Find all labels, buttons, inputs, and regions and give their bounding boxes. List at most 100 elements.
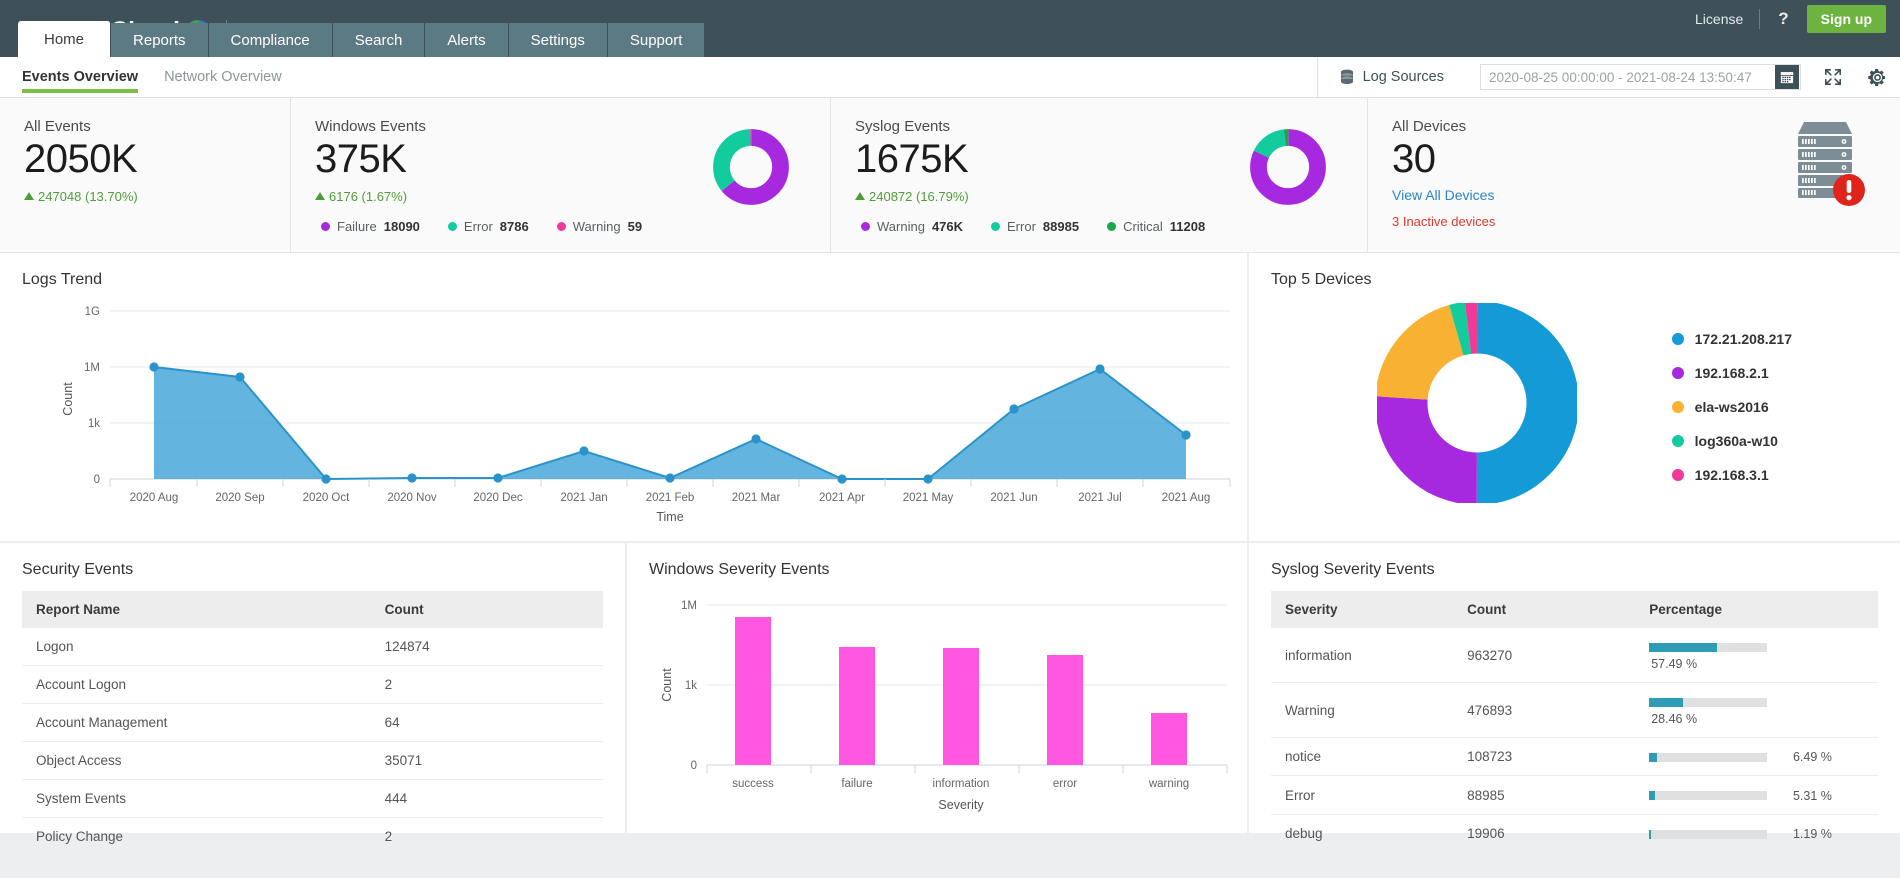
cell-count: 124874 bbox=[370, 628, 603, 666]
svg-text:2021 Jun: 2021 Jun bbox=[990, 492, 1037, 504]
panel-windows-severity-title: Windows Severity Events bbox=[649, 561, 830, 578]
settings-button[interactable] bbox=[1855, 68, 1900, 87]
y-tick-1m: 1M bbox=[84, 362, 100, 374]
help-icon[interactable]: ? bbox=[1760, 9, 1806, 29]
y-tick-1k: 1k bbox=[88, 418, 100, 430]
tab-compliance[interactable]: Compliance bbox=[208, 23, 333, 57]
tab-support[interactable]: Support bbox=[607, 23, 706, 57]
security-events-table: Report Name Count Logon 124874 Account L… bbox=[22, 591, 603, 856]
tab-alerts[interactable]: Alerts bbox=[425, 23, 509, 57]
kpi-syslog-events-value: 1675K bbox=[855, 137, 969, 181]
date-range-picker[interactable] bbox=[1480, 64, 1801, 90]
cell-count: 35071 bbox=[370, 741, 603, 780]
cell-count: 444 bbox=[370, 779, 603, 818]
subtab-network-overview[interactable]: Network Overview bbox=[164, 57, 282, 97]
svg-text:2020 Dec: 2020 Dec bbox=[473, 492, 522, 504]
tab-settings[interactable]: Settings bbox=[508, 23, 608, 57]
cell-report-name: Logon bbox=[22, 628, 371, 666]
windows-severity-bar-chart[interactable]: 1M 1k 0 Count success failure informatio… bbox=[627, 579, 1247, 829]
kpi-all-events-label: All Events bbox=[24, 118, 91, 135]
windows-severity-bars[interactable] bbox=[735, 617, 1187, 765]
tab-reports[interactable]: Reports bbox=[111, 23, 209, 57]
legend-value: 8786 bbox=[499, 218, 529, 234]
cell-count: 19906 bbox=[1453, 814, 1636, 854]
col-count[interactable]: Count bbox=[370, 591, 603, 628]
percentage-bar-fill bbox=[1649, 829, 1651, 839]
syslog-severity-table: Severity Count Percentage information 96… bbox=[1271, 591, 1878, 854]
legend-item[interactable]: 192.168.3.1 bbox=[1671, 467, 1792, 483]
windows-severity-y-axis-label: Count bbox=[660, 668, 674, 702]
svg-text:2020 Nov: 2020 Nov bbox=[387, 492, 436, 504]
legend-label: Warning bbox=[877, 218, 925, 234]
cell-percentage: 6.49 % bbox=[1635, 737, 1878, 777]
legend-item[interactable]: Warning 59 bbox=[556, 219, 642, 234]
legend-item[interactable]: Error 88985 bbox=[991, 219, 1079, 234]
license-link[interactable]: License bbox=[1679, 11, 1759, 27]
calendar-button[interactable] bbox=[1775, 65, 1799, 89]
col-severity[interactable]: Severity bbox=[1271, 591, 1454, 628]
top5-devices-donut-chart[interactable] bbox=[1377, 303, 1577, 503]
table-row[interactable]: System Events 444 bbox=[22, 779, 603, 818]
table-row[interactable]: debug 19906 1.19 % bbox=[1271, 814, 1878, 854]
fullscreen-button[interactable] bbox=[1811, 68, 1855, 86]
legend-item[interactable]: ela-ws2016 bbox=[1671, 399, 1792, 415]
legend-item[interactable]: Error 8786 bbox=[447, 218, 529, 234]
svg-text:failure: failure bbox=[841, 778, 872, 790]
kpi-all-devices[interactable]: All Devices 30 View All Devices 3 Inacti… bbox=[1367, 98, 1900, 252]
table-row[interactable]: notice 108723 6.49 % bbox=[1271, 737, 1878, 777]
dashboard-top-row: Logs Trend 1G 1M 1k 0 Count 2020 Aug 202… bbox=[0, 253, 1900, 541]
windows-events-donut-chart[interactable] bbox=[712, 128, 790, 206]
y-tick-1g: 1G bbox=[85, 306, 100, 318]
top-header-bar: Log360 Cloud Demo License ? Sign up Home… bbox=[0, 0, 1900, 57]
kpi-syslog-events-delta: 240872 (16.79%) bbox=[855, 189, 1205, 204]
col-count[interactable]: Count bbox=[1453, 591, 1636, 628]
tab-home[interactable]: Home bbox=[18, 21, 112, 57]
table-row[interactable]: Error 88985 5.31 % bbox=[1271, 775, 1878, 815]
legend-dot-device-5 bbox=[1671, 469, 1684, 481]
legend-item[interactable]: 192.168.2.1 bbox=[1671, 365, 1792, 381]
legend-item[interactable]: log360a-w10 bbox=[1671, 433, 1792, 449]
sub-navigation-bar: Events Overview Network Overview Log Sou… bbox=[0, 57, 1900, 98]
alert-circle-icon bbox=[1833, 174, 1865, 206]
cell-percentage: 57.49 % bbox=[1635, 628, 1878, 683]
legend-value: 476K bbox=[931, 218, 964, 234]
table-row[interactable]: Account Logon 2 bbox=[22, 665, 603, 704]
date-range-input[interactable] bbox=[1481, 69, 1775, 85]
logs-trend-chart[interactable]: 1G 1M 1k 0 Count 2020 Aug 2020 Sep 2020 … bbox=[0, 289, 1247, 529]
legend-value: 11208 bbox=[1169, 218, 1206, 234]
tab-search[interactable]: Search bbox=[332, 23, 426, 57]
kpi-syslog-events-label: Syslog Events bbox=[855, 118, 951, 135]
sign-up-button[interactable]: Sign up bbox=[1806, 5, 1886, 33]
kpi-windows-events[interactable]: Windows Events 375K 6176 (1.67%) Failure… bbox=[290, 98, 830, 252]
svg-text:2020 Sep: 2020 Sep bbox=[215, 492, 264, 504]
view-all-devices-link[interactable]: View All Devices bbox=[1392, 187, 1495, 203]
kpi-all-events[interactable]: All Events 2050K 247048 (13.70%) bbox=[0, 98, 290, 252]
legend-dot-error bbox=[991, 221, 1001, 231]
legend-value: 88985 bbox=[1042, 218, 1080, 234]
cell-report-name: Policy Change bbox=[22, 817, 371, 856]
legend-item[interactable]: 172.21.208.217 bbox=[1671, 331, 1792, 347]
table-row[interactable]: Object Access 35071 bbox=[22, 741, 603, 780]
table-row[interactable]: Account Management 64 bbox=[22, 703, 603, 742]
col-report-name[interactable]: Report Name bbox=[22, 591, 371, 628]
legend-item[interactable]: Failure 18090 bbox=[321, 219, 420, 234]
server-rack-icon-wrap bbox=[1794, 120, 1865, 206]
syslog-events-donut-chart[interactable] bbox=[1249, 128, 1327, 206]
percentage-value: 28.46 % bbox=[1651, 712, 1698, 726]
table-row[interactable]: Logon 124874 bbox=[22, 628, 603, 666]
table-row[interactable]: Warning 476893 28.46 % bbox=[1271, 682, 1878, 738]
percentage-bar-track bbox=[1649, 697, 1768, 707]
kpi-syslog-events[interactable]: Syslog Events 1675K 240872 (16.79%) Warn… bbox=[830, 98, 1367, 252]
svg-text:2021 Jul: 2021 Jul bbox=[1078, 492, 1121, 504]
log-sources-button[interactable]: Log Sources bbox=[1316, 57, 1466, 97]
legend-item[interactable]: Warning 476K bbox=[861, 219, 963, 234]
subtab-events-overview[interactable]: Events Overview bbox=[22, 57, 139, 97]
inactive-devices-warning[interactable]: 3 Inactive devices bbox=[1392, 214, 1495, 229]
col-percentage[interactable]: Percentage bbox=[1635, 591, 1878, 628]
table-row[interactable]: Policy Change 2 bbox=[22, 817, 603, 856]
cell-severity: notice bbox=[1271, 737, 1454, 777]
legend-value: 18090 bbox=[383, 218, 420, 234]
legend-item[interactable]: Critical 11208 bbox=[1107, 219, 1205, 234]
percentage-value: 1.19 % bbox=[1792, 827, 1832, 842]
table-row[interactable]: information 963270 57.49 % bbox=[1271, 628, 1878, 683]
